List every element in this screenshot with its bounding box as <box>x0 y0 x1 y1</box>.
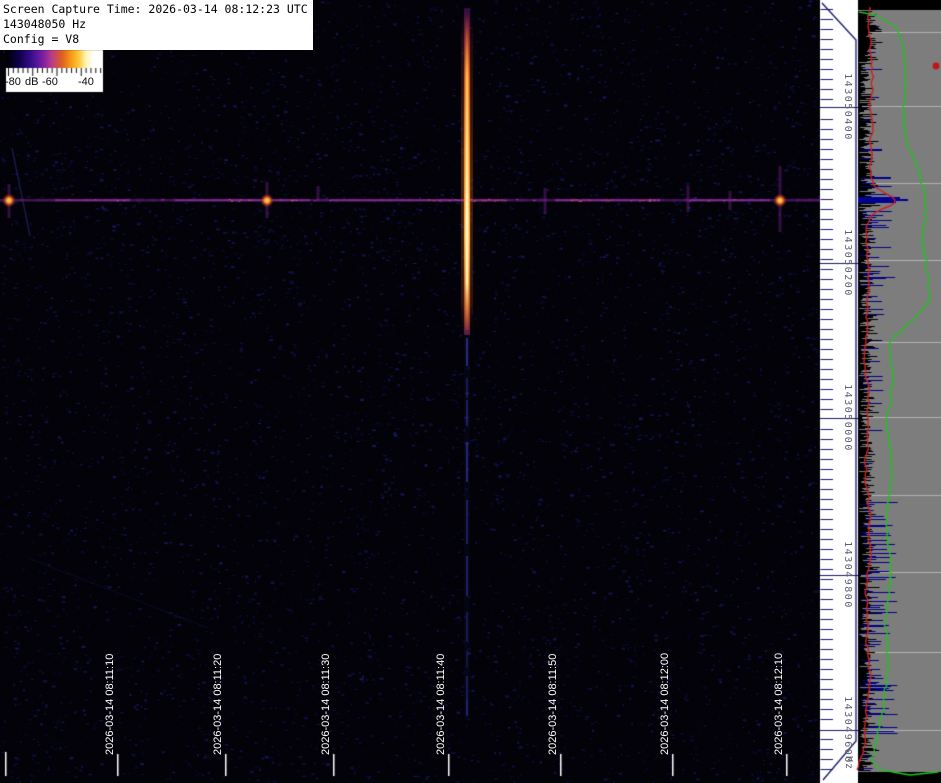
frequency-axis-label: 143050000 <box>842 384 853 452</box>
capture-time-text: Screen Capture Time: 2026-03-14 08:12:23… <box>3 2 308 16</box>
frequency-axis-label: 143049800 <box>842 541 853 609</box>
colorbar-unit-label: dB <box>25 76 38 88</box>
frequency-axis-label: 143050400 <box>842 73 853 141</box>
config-text: Config = V8 <box>3 32 79 46</box>
colorbar-tick-label: -60 <box>42 76 58 88</box>
frequency-unit-label: Hz <box>843 756 854 770</box>
colorbar-tick-label: -40 <box>78 76 94 88</box>
spectrum-lab-capture: Screen Capture Time: 2026-03-14 08:12:23… <box>0 0 941 783</box>
time-axis-label: 2026-03-14 08:11:30 <box>320 654 332 755</box>
frequency-axis-label: 143050200 <box>842 229 853 297</box>
time-axis-label: 2026-03-14 08:11:20 <box>212 654 224 755</box>
center-frequency-text: 143048050 Hz <box>3 17 86 31</box>
time-axis-label: 2026-03-14 08:12:00 <box>659 653 671 755</box>
waterfall-and-spectrum-canvas <box>0 0 941 783</box>
time-axis-label: 2026-03-14 08:12:10 <box>773 653 785 755</box>
capture-info-overlay: Screen Capture Time: 2026-03-14 08:12:23… <box>0 0 313 50</box>
time-axis-label: 2026-03-14 08:11:40 <box>435 654 447 755</box>
time-axis-label: 2026-03-14 08:11:50 <box>547 654 559 755</box>
frequency-axis-label: 143049600 <box>842 696 853 764</box>
colorbar-tick-label: -80 <box>5 76 21 88</box>
time-axis-label: 2026-03-14 08:11:10 <box>104 654 116 755</box>
